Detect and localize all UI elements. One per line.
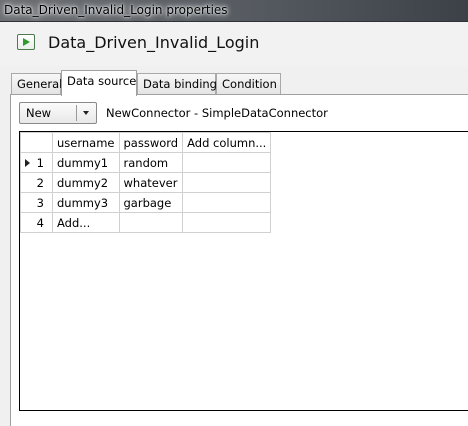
window-title: Data_Driven_Invalid_Login properties <box>4 3 228 17</box>
data-table: username password Add column... 1 dummy1… <box>20 132 272 233</box>
row-header-corner[interactable] <box>20 132 53 153</box>
column-header-password[interactable]: password <box>118 132 184 153</box>
dropdown-divider <box>76 105 77 121</box>
cell-extra[interactable] <box>182 152 272 173</box>
tab-data-source[interactable]: Data source <box>61 70 137 96</box>
cell-password[interactable] <box>118 212 184 233</box>
row-number: 2 <box>36 176 44 190</box>
row-header[interactable]: 3 <box>20 192 53 213</box>
tab-general[interactable]: General <box>11 73 63 95</box>
add-column-button[interactable]: Add column... <box>182 132 272 153</box>
data-grid[interactable]: username password Add column... 1 dummy1… <box>19 131 468 411</box>
data-source-dropdown-value: New <box>26 106 52 120</box>
cell-username[interactable]: dummy2 <box>52 172 120 193</box>
tab-data-binding-label: Data binding <box>143 77 217 91</box>
row-header[interactable]: 1 <box>20 152 53 173</box>
tab-data-source-label: Data source <box>67 74 137 88</box>
current-row-arrow-icon <box>25 159 30 167</box>
table-row-new[interactable]: 4 Add... <box>20 212 272 233</box>
cell-password[interactable]: whatever <box>118 172 184 193</box>
tab-general-label: General <box>17 77 63 91</box>
page-title: Data_Driven_Invalid_Login <box>48 33 260 52</box>
add-row-cell[interactable]: Add... <box>52 212 120 233</box>
tab-bar: General Data source Data binding Conditi… <box>0 70 468 96</box>
data-source-panel: New NewConnector - SimpleDataConnector u… <box>10 94 468 426</box>
table-row[interactable]: 2 dummy2 whatever <box>20 172 272 193</box>
row-header[interactable]: 2 <box>20 172 53 193</box>
data-source-dropdown[interactable]: New <box>19 102 97 124</box>
window-titlebar[interactable]: Data_Driven_Invalid_Login properties <box>0 0 468 22</box>
tab-condition-label: Condition <box>222 77 277 91</box>
table-header-row: username password Add column... <box>20 132 272 153</box>
connector-label: NewConnector - SimpleDataConnector <box>106 106 328 120</box>
row-number: 3 <box>36 196 44 210</box>
properties-header: Data_Driven_Invalid_Login <box>0 22 468 66</box>
cell-password[interactable]: garbage <box>118 192 184 213</box>
cell-extra[interactable] <box>182 212 272 233</box>
tab-condition[interactable]: Condition <box>216 73 281 95</box>
cell-extra[interactable] <box>182 172 272 193</box>
cell-extra[interactable] <box>182 192 272 213</box>
cell-password[interactable]: random <box>118 152 184 173</box>
cell-username[interactable]: dummy3 <box>52 192 120 213</box>
row-number: 1 <box>36 156 44 170</box>
table-row[interactable]: 1 dummy1 random <box>20 152 272 173</box>
row-header[interactable]: 4 <box>20 212 53 233</box>
cell-username[interactable]: dummy1 <box>52 152 120 173</box>
tab-data-binding[interactable]: Data binding <box>137 73 217 95</box>
column-header-username[interactable]: username <box>52 132 120 153</box>
chevron-down-icon[interactable] <box>83 111 89 115</box>
table-row[interactable]: 3 dummy3 garbage <box>20 192 272 213</box>
test-case-icon <box>17 34 35 50</box>
row-number: 4 <box>36 216 44 230</box>
